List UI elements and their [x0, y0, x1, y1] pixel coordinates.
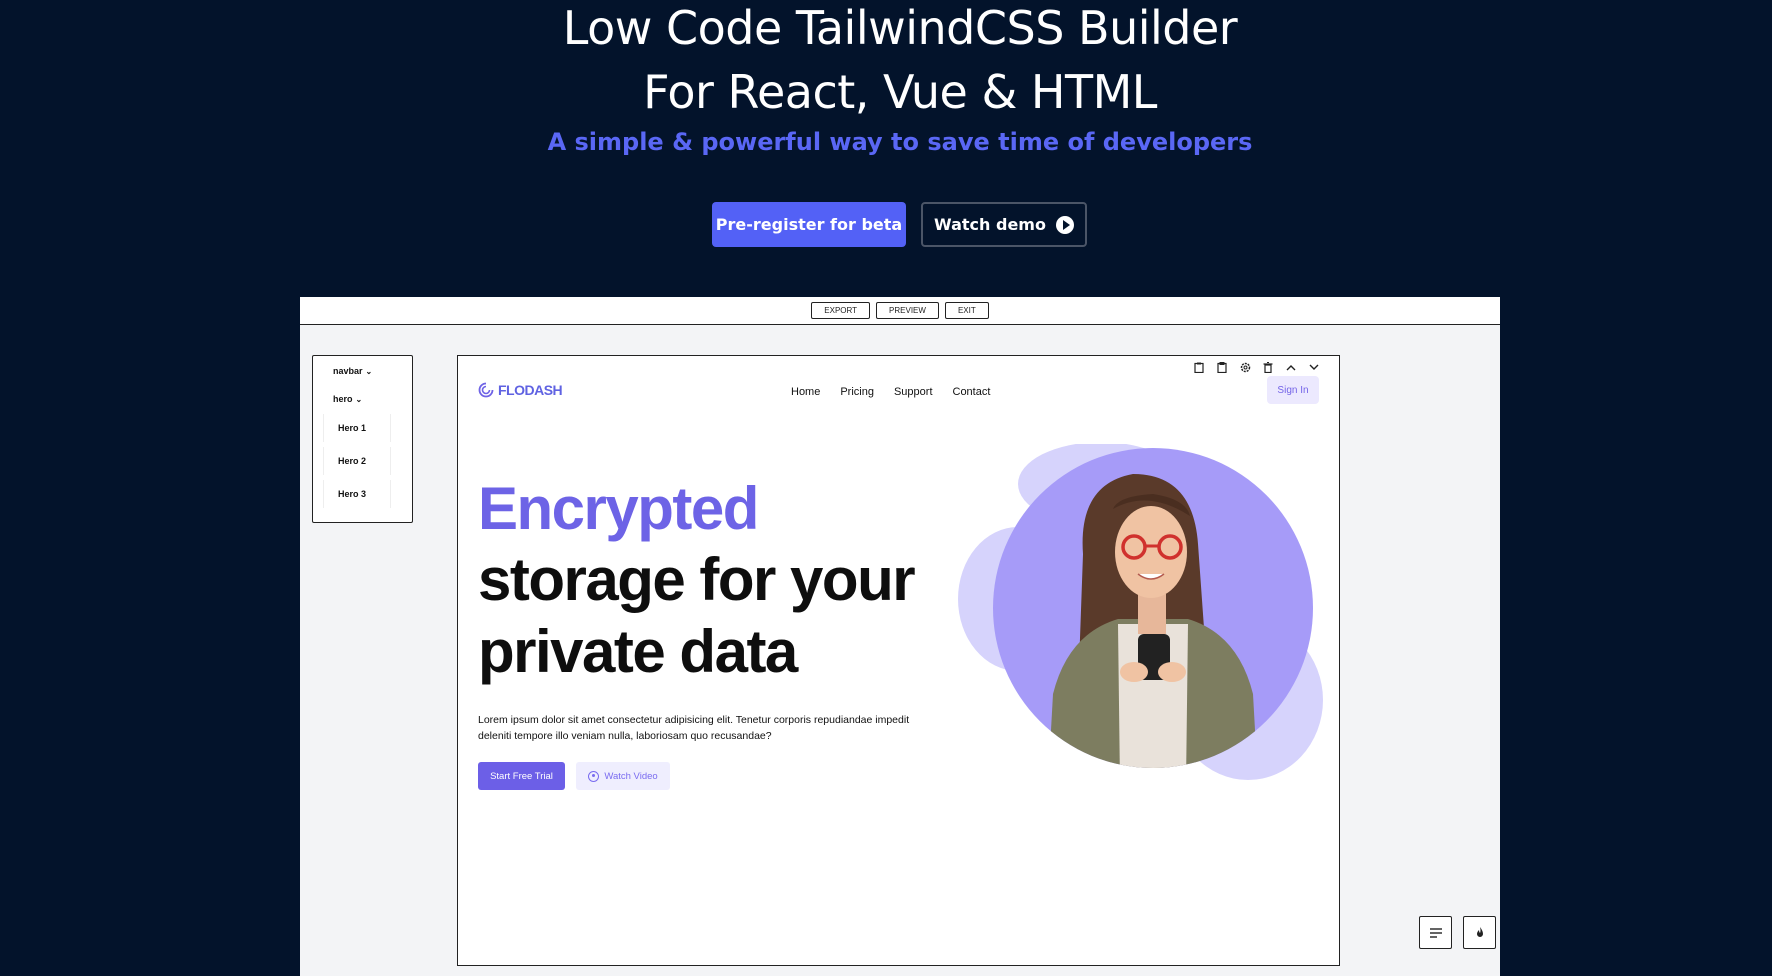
nav-home[interactable]: Home — [791, 386, 820, 398]
fire-icon — [1476, 926, 1483, 937]
logo-text: FLODASH — [498, 382, 563, 398]
layer-navbar[interactable]: navbar ⌄ — [333, 366, 372, 376]
watch-video-label: Watch Video — [604, 770, 658, 782]
layer-item-hero-2[interactable]: Hero 2 — [323, 447, 391, 475]
builder-frame: EXPORT PREVIEW EXIT navbar ⌄ hero ⌄ Hero 1… — [300, 297, 1500, 976]
copy-icon[interactable] — [1215, 360, 1229, 374]
headline-rest: storage for your private data — [478, 546, 916, 685]
chevron-up-icon[interactable] — [1284, 360, 1298, 374]
gear-icon[interactable] — [1238, 360, 1252, 374]
play-circle-icon — [588, 770, 600, 782]
logo-icon — [478, 382, 494, 398]
exit-button[interactable]: EXIT — [944, 302, 989, 319]
nav-contact[interactable]: Contact — [953, 386, 991, 398]
export-button[interactable]: EXPORT — [811, 302, 871, 319]
hero-paragraph: Lorem ipsum dolor sit amet consectetur a… — [478, 714, 910, 742]
preview-button[interactable]: PREVIEW — [876, 302, 939, 319]
watch-demo-label: Watch demo — [934, 215, 1046, 234]
sign-in-button[interactable]: Sign In — [1267, 376, 1319, 404]
nav-pricing[interactable]: Pricing — [840, 386, 874, 398]
text-align-button[interactable] — [1419, 916, 1452, 949]
nav-support[interactable]: Support — [894, 386, 933, 398]
clipboard-icon[interactable] — [1192, 360, 1206, 374]
chevron-down-icon[interactable] — [1307, 360, 1321, 374]
chevron-down-icon: ⌄ — [365, 367, 373, 376]
builder-toolbar: EXPORT PREVIEW EXIT — [300, 297, 1500, 325]
layer-item-hero-3[interactable]: Hero 3 — [323, 480, 391, 508]
watch-demo-button[interactable]: Watch demo — [921, 202, 1087, 247]
layer-item-hero-1[interactable]: Hero 1 — [323, 414, 391, 442]
component-toolbar — [1192, 360, 1321, 374]
watch-video-button[interactable]: Watch Video — [576, 762, 670, 790]
hero-title-line-2: For React, Vue & HTML — [643, 65, 1157, 119]
trash-icon[interactable] — [1261, 360, 1275, 374]
pre-register-button[interactable]: Pre-register for beta — [712, 202, 906, 247]
preview-canvas[interactable]: FLODASH Home Pricing Support Contact Sig… — [457, 355, 1340, 966]
site-logo[interactable]: FLODASH — [478, 382, 563, 398]
chevron-down-icon: ⌄ — [355, 395, 363, 404]
fire-button[interactable] — [1463, 916, 1496, 949]
layer-hero[interactable]: hero ⌄ — [333, 394, 362, 404]
layer-navbar-label: navbar — [333, 366, 363, 376]
layer-hero-label: hero — [333, 394, 353, 404]
hero-title-line-1: Low Code TailwindCSS Builder — [562, 1, 1238, 55]
start-free-trial-button[interactable]: Start Free Trial — [478, 762, 565, 790]
play-icon — [1055, 215, 1074, 234]
site-nav: Home Pricing Support Contact — [791, 386, 990, 398]
headline-accent: Encrypted — [478, 475, 759, 542]
hero-illustration — [958, 444, 1323, 780]
text-align-icon — [1429, 927, 1442, 938]
layers-panel: navbar ⌄ hero ⌄ Hero 1 Hero 2 Hero 3 — [312, 355, 413, 523]
hero-subtitle: A simple & powerful way to save time of … — [547, 128, 1253, 156]
